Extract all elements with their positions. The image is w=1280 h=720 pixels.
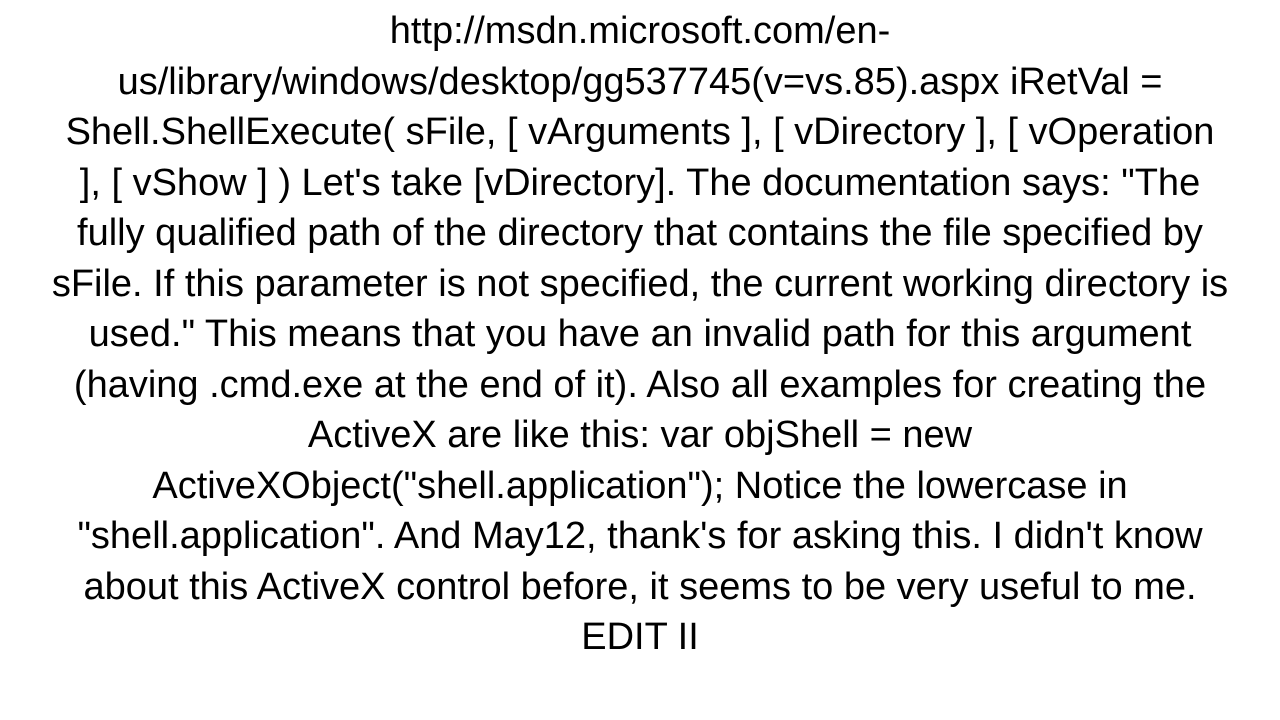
document-container: http://msdn.microsoft.com/en-us/library/… <box>0 0 1280 720</box>
document-body: http://msdn.microsoft.com/en-us/library/… <box>50 6 1230 663</box>
